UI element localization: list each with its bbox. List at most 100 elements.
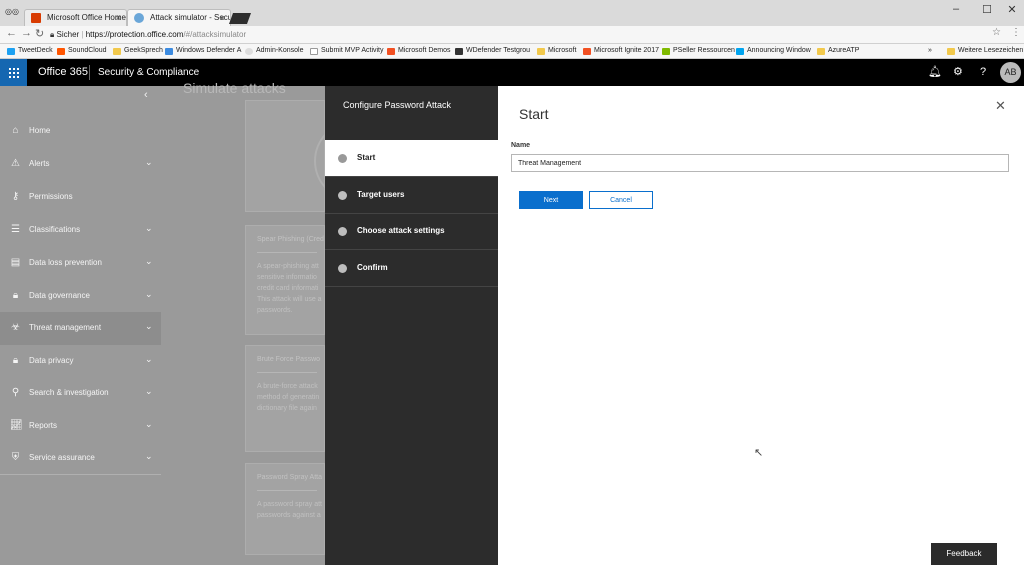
url-path: /#/attacksimulator [183,30,247,39]
left-nav: ‹ ⌂ Home ⚠ Alerts ⌄ ⚷ Permissions ☰ Classific… [0,86,161,565]
bookmark-item[interactable]: TweetDeck [7,44,53,58]
step-indicator [338,154,347,163]
bookmark-item[interactable]: Microsoft [537,44,576,58]
close-tab-icon[interactable]: × [220,10,225,26]
tab-attack-simulator[interactable]: Attack simulator - Secur × [127,9,231,26]
chevron-down-icon: ⌄ [145,386,153,396]
nav-item-reports[interactable]: 📈︎ Reports ⌄ [0,410,161,443]
chevron-down-icon: ⌄ [145,419,153,429]
list-icon: ☰ [11,224,20,235]
window-close-icon[interactable]: ✕ [1002,3,1022,16]
key-icon: ⚷ [11,191,20,202]
step-heading: Start [519,106,549,122]
name-input[interactable] [511,154,1009,172]
next-button[interactable]: Next [519,191,583,209]
bookmark-item[interactable]: Microsoft Demos [387,44,451,58]
bookmark-item[interactable]: Windows Defender A [165,44,241,58]
browser-tab-bar: Microsoft Office Home × Attack simulator… [0,0,1024,26]
nav-item-threat-management[interactable]: ☣ Threat management ⌄ [0,312,161,345]
nav-item-home[interactable]: ⌂ Home [0,115,161,148]
incognito-icon: ◎◎ [5,7,19,16]
name-label: Name [511,142,531,149]
help-icon[interactable]: ? [980,59,986,86]
chevron-down-icon: ⌄ [145,157,153,167]
menu-icon[interactable]: ⋮ [1011,27,1021,38]
step-start[interactable]: Start [325,140,498,177]
forward-icon[interactable]: → [21,27,32,39]
bookmarks-bar: TweetDeck SoundCloud GeekSprech Windows … [0,44,1024,59]
badge-icon: ⛨ [11,452,20,463]
tab-office-home[interactable]: Microsoft Office Home × [24,9,127,26]
step-indicator [338,227,347,236]
chevron-down-icon: ⌄ [145,321,153,331]
wizard-title: Configure Password Attack [343,100,452,110]
nav-item-data-governance[interactable]: 🔒︎ Data governance ⌄ [0,280,161,313]
minimize-icon[interactable]: – [946,3,966,15]
star-icon[interactable]: ☆ [992,27,1001,38]
url-field[interactable]: 🔒︎ Sicher | https://protection.office.co… [50,28,970,42]
app-launcher-icon[interactable] [0,59,27,86]
search-icon: ⚲ [11,387,20,398]
step-indicator [338,264,347,273]
nav-item-dlp[interactable]: ▤ Data loss prevention ⌄ [0,247,161,280]
bookmark-item[interactable]: GeekSprech [113,44,163,58]
chevron-down-icon: ⌄ [145,256,153,266]
document-icon: ▤ [10,257,21,268]
nav-item-classifications[interactable]: ☰ Classifications ⌄ [0,214,161,247]
new-tab-button[interactable] [228,13,252,24]
brand-label[interactable]: Office 365 [38,59,88,86]
reload-icon[interactable]: ↻ [35,27,44,40]
bookmark-item[interactable]: AzureATP [817,44,859,58]
nav-item-alerts[interactable]: ⚠ Alerts ⌄ [0,148,161,181]
step-attack-settings[interactable]: Choose attack settings [325,213,498,250]
url-domain: https://protection.office.com [85,30,184,39]
step-target-users[interactable]: Target users [325,177,498,214]
back-icon[interactable]: ← [6,27,17,39]
bookmark-item[interactable]: WDefender Testgrou [455,44,530,58]
nav-item-data-privacy[interactable]: 🔒︎ Data privacy ⌄ [0,345,161,378]
security-label: Sicher [56,30,80,39]
chevron-down-icon: ⌄ [145,289,153,299]
bookmarks-more-icon[interactable]: » [928,44,932,58]
nav-item-service-assurance[interactable]: ⛨ Service assurance ⌄ [0,442,161,475]
nav-item-search[interactable]: ⚲ Search & investigation ⌄ [0,377,161,410]
o365-header: Office 365 Security & Compliance 🔔︎ ⚙ ? … [0,59,1024,86]
wizard-steps-panel: Configure Password Attack Start Target u… [325,86,498,565]
card-illustration [245,100,394,212]
attack-card-password-spray: Password Spray Atta A password spray att… [245,463,325,555]
maximize-icon[interactable]: ☐ [977,3,997,16]
other-bookmarks[interactable]: Weitere Lesezeichen [947,44,1023,58]
collapse-nav-icon[interactable]: ‹ [144,89,148,101]
bookmark-item[interactable]: PSeller Ressourcen [662,44,735,58]
chevron-down-icon: ⌄ [145,354,153,364]
wizard-content: Start ✕ Name Next Cancel ↖ [498,86,1024,565]
lock-icon: 🔒︎ [12,355,19,366]
step-indicator [338,191,347,200]
close-tab-icon[interactable]: × [116,10,121,26]
bookmark-item[interactable]: Microsoft Ignite 2017 [583,44,659,58]
bookmark-item[interactable]: Announcing Window [736,44,811,58]
nav-item-permissions[interactable]: ⚷ Permissions [0,181,161,214]
chart-icon: 📈︎ [10,420,23,431]
biohazard-icon: ☣ [11,322,20,333]
bell-icon[interactable]: 🔔︎ [928,59,942,86]
lock-icon: 🔒︎ [12,290,19,301]
avatar[interactable]: AB [1000,62,1021,83]
tab-title: Microsoft Office Home [47,13,126,22]
page-title: Simulate attacks [183,80,286,96]
attack-card-spear-phishing: Spear Phishing (Cred A spear-phishing at… [245,225,325,335]
step-confirm[interactable]: Confirm [325,250,498,287]
bookmark-item[interactable]: Admin-Konsole [245,44,303,58]
mouse-cursor-icon: ↖ [754,447,764,459]
feedback-button[interactable]: Feedback [931,543,997,565]
office-icon [31,13,41,23]
header-divider [89,65,90,80]
address-bar: ← → ↻ 🔒︎ Sicher | https://protection.off… [0,26,1024,44]
bookmark-item[interactable]: Submit MVP Activity [310,44,384,58]
close-icon[interactable]: ✕ [995,98,1006,114]
cancel-button[interactable]: Cancel [589,191,653,209]
shield-icon [134,13,144,23]
gear-icon[interactable]: ⚙ [953,59,963,86]
bookmark-item[interactable]: SoundCloud [57,44,107,58]
warning-icon: ⚠ [11,158,20,169]
